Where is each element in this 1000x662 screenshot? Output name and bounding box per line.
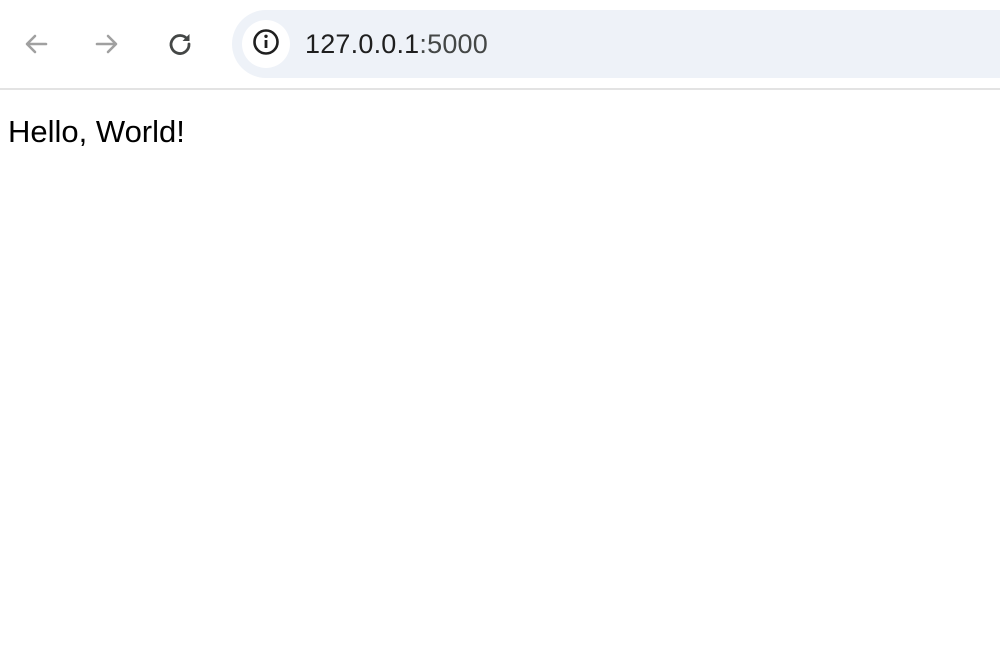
browser-toolbar: 127.0.0.1:5000: [0, 0, 1000, 90]
address-bar[interactable]: 127.0.0.1:5000: [232, 10, 1000, 78]
hello-world-text: Hello, World!: [8, 114, 185, 149]
url-text[interactable]: 127.0.0.1:5000: [305, 27, 488, 61]
arrow-right-icon: [93, 30, 121, 58]
forward-button[interactable]: [85, 22, 129, 66]
url-port: :5000: [419, 29, 488, 59]
info-icon: [251, 27, 281, 62]
reload-button[interactable]: [158, 22, 202, 66]
arrow-left-icon: [22, 30, 50, 58]
site-info-button[interactable]: [242, 20, 290, 68]
reload-icon: [166, 30, 194, 58]
back-button[interactable]: [14, 22, 58, 66]
page-content: Hello, World!: [0, 92, 1000, 662]
url-host: 127.0.0.1: [305, 29, 420, 59]
